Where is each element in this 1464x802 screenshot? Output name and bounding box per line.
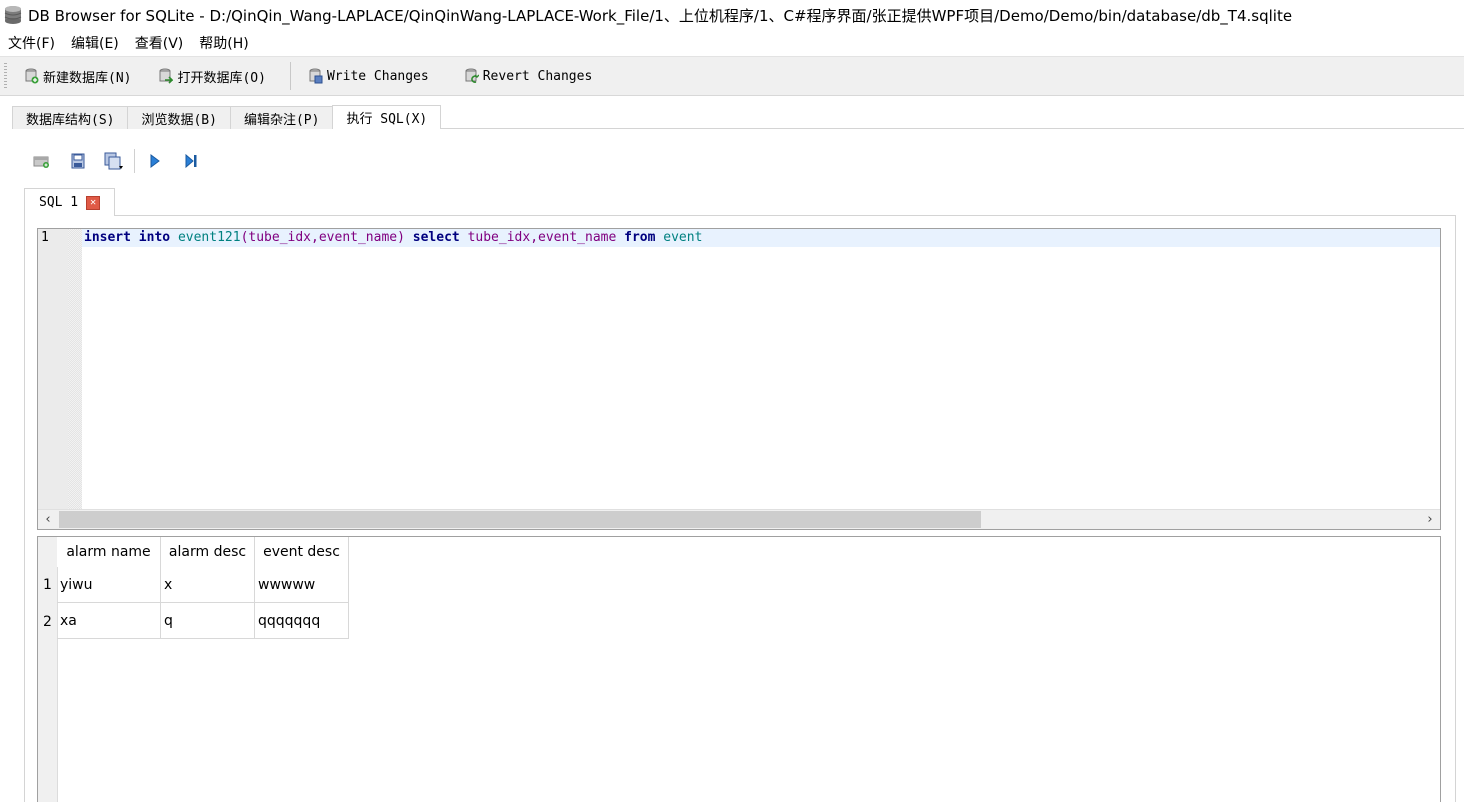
scroll-left-icon[interactable]: ‹ bbox=[38, 510, 58, 529]
menu-edit[interactable]: 编辑(E) bbox=[63, 33, 127, 53]
sql-space bbox=[405, 230, 413, 245]
play-line-icon bbox=[185, 154, 197, 168]
sql-toolbar bbox=[24, 146, 209, 176]
sql-space bbox=[131, 230, 139, 245]
sql-toolbar-separator bbox=[134, 149, 135, 173]
save-sql-file-icon bbox=[104, 152, 123, 170]
tab-edit-pragmas[interactable]: 编辑杂注(P) bbox=[229, 106, 334, 129]
row-header[interactable]: 2 bbox=[38, 604, 57, 640]
execute-all-button[interactable] bbox=[137, 146, 173, 176]
fold-margin bbox=[68, 229, 82, 509]
table-cell[interactable]: xa bbox=[57, 603, 161, 639]
line-number: 1 bbox=[41, 230, 49, 245]
row-header[interactable]: 1 bbox=[38, 567, 57, 603]
tab-database-structure[interactable]: 数据库结构(S) bbox=[12, 106, 129, 129]
write-changes-icon bbox=[309, 68, 323, 84]
new-database-icon bbox=[25, 68, 39, 84]
sql-space bbox=[170, 230, 178, 245]
sql-editor[interactable]: 1 insert into event121(tube_idx,event_na… bbox=[37, 228, 1441, 530]
tab-browse-data[interactable]: 浏览数据(B) bbox=[127, 106, 231, 129]
results-grid[interactable]: alarm name alarm desc event desc 1 yiwu … bbox=[37, 536, 1441, 802]
sql-table-name: event bbox=[663, 230, 703, 245]
scrollbar-thumb[interactable] bbox=[59, 511, 981, 528]
tab-execute-sql[interactable]: 执行 SQL(X) bbox=[332, 105, 442, 129]
sql-keyword: insert bbox=[84, 230, 131, 245]
menu-view[interactable]: 查看(V) bbox=[127, 33, 192, 53]
main-tabs: 数据库结构(S) 浏览数据(B) 编辑杂注(P) 执行 SQL(X) bbox=[12, 105, 442, 129]
write-changes-label: Write Changes bbox=[326, 68, 429, 84]
sql-keyword: from bbox=[624, 230, 656, 245]
revert-changes-button[interactable]: Revert Changes bbox=[455, 61, 603, 91]
open-tab-icon bbox=[33, 156, 49, 168]
open-sql-file-button[interactable] bbox=[60, 146, 96, 176]
table-cell[interactable]: x bbox=[161, 567, 255, 603]
sql-code-line[interactable]: insert into event121(tube_idx,event_name… bbox=[84, 230, 702, 245]
sql-column-name: tube_idx bbox=[467, 230, 531, 245]
sql-keyword: select bbox=[412, 230, 460, 245]
open-database-button[interactable]: 打开数据库(O) bbox=[149, 61, 275, 91]
table-cell[interactable]: wwwww bbox=[255, 567, 349, 603]
column-header[interactable]: event desc bbox=[255, 537, 349, 567]
play-icon bbox=[150, 154, 160, 168]
editor-tab-sql1[interactable]: SQL 1 ✕ bbox=[24, 188, 116, 216]
new-database-label: 新建数据库(N) bbox=[43, 70, 132, 86]
write-changes-button[interactable]: Write Changes bbox=[299, 61, 439, 91]
open-tab-button[interactable] bbox=[24, 146, 60, 176]
open-database-label: 打开数据库(O) bbox=[177, 70, 266, 86]
editor-tab-label: SQL 1 bbox=[39, 195, 79, 210]
column-header[interactable]: alarm name bbox=[57, 537, 161, 567]
table-cell[interactable]: q bbox=[161, 603, 255, 639]
menu-file[interactable]: 文件(F) bbox=[0, 33, 63, 53]
column-header[interactable]: alarm desc bbox=[161, 537, 255, 567]
save-sql-file-button[interactable] bbox=[96, 146, 132, 176]
revert-changes-icon bbox=[465, 68, 479, 83]
toolbar-grip[interactable] bbox=[4, 63, 7, 89]
editor-tabs: SQL 1 ✕ bbox=[24, 188, 116, 216]
sql-keyword: into bbox=[138, 230, 171, 245]
sql-punctuation: ) bbox=[397, 230, 405, 245]
sql-column-name: tube_idx bbox=[248, 230, 312, 245]
sql-space bbox=[460, 230, 468, 245]
toolbar-separator bbox=[289, 62, 291, 90]
open-database-icon bbox=[159, 68, 174, 84]
horizontal-scrollbar[interactable]: ‹ › bbox=[38, 509, 1440, 529]
sql-column-name: event_name bbox=[538, 230, 617, 245]
title-bar: DB Browser for SQLite - D:/QinQin_Wang-L… bbox=[0, 0, 1464, 30]
execute-current-line-button[interactable] bbox=[173, 146, 209, 176]
main-toolbar: 新建数据库(N) 打开数据库(O) Write Changes Revert C… bbox=[0, 56, 1464, 96]
revert-changes-label: Revert Changes bbox=[482, 68, 593, 84]
table-cell[interactable]: yiwu bbox=[57, 567, 161, 603]
sql-space bbox=[616, 230, 624, 245]
scroll-right-icon[interactable]: › bbox=[1420, 510, 1440, 529]
sql-table-name: event121 bbox=[177, 230, 241, 245]
open-sql-file-icon bbox=[71, 153, 85, 169]
sql-punctuation: , bbox=[530, 230, 539, 245]
window-title: DB Browser for SQLite - D:/QinQin_Wang-L… bbox=[28, 6, 1293, 25]
sql-column-name: event_name bbox=[318, 230, 398, 245]
menu-help[interactable]: 帮助(H) bbox=[191, 33, 256, 53]
sql-punctuation: , bbox=[311, 230, 319, 245]
new-database-button[interactable]: 新建数据库(N) bbox=[15, 61, 141, 91]
line-number-gutter: 1 bbox=[38, 229, 68, 509]
close-tab-icon[interactable]: ✕ bbox=[86, 195, 101, 210]
database-app-icon bbox=[4, 6, 22, 24]
table-cell[interactable]: qqqqqqq bbox=[255, 603, 349, 639]
menu-bar: 文件(F) 编辑(E) 查看(V) 帮助(H) bbox=[0, 30, 1464, 56]
